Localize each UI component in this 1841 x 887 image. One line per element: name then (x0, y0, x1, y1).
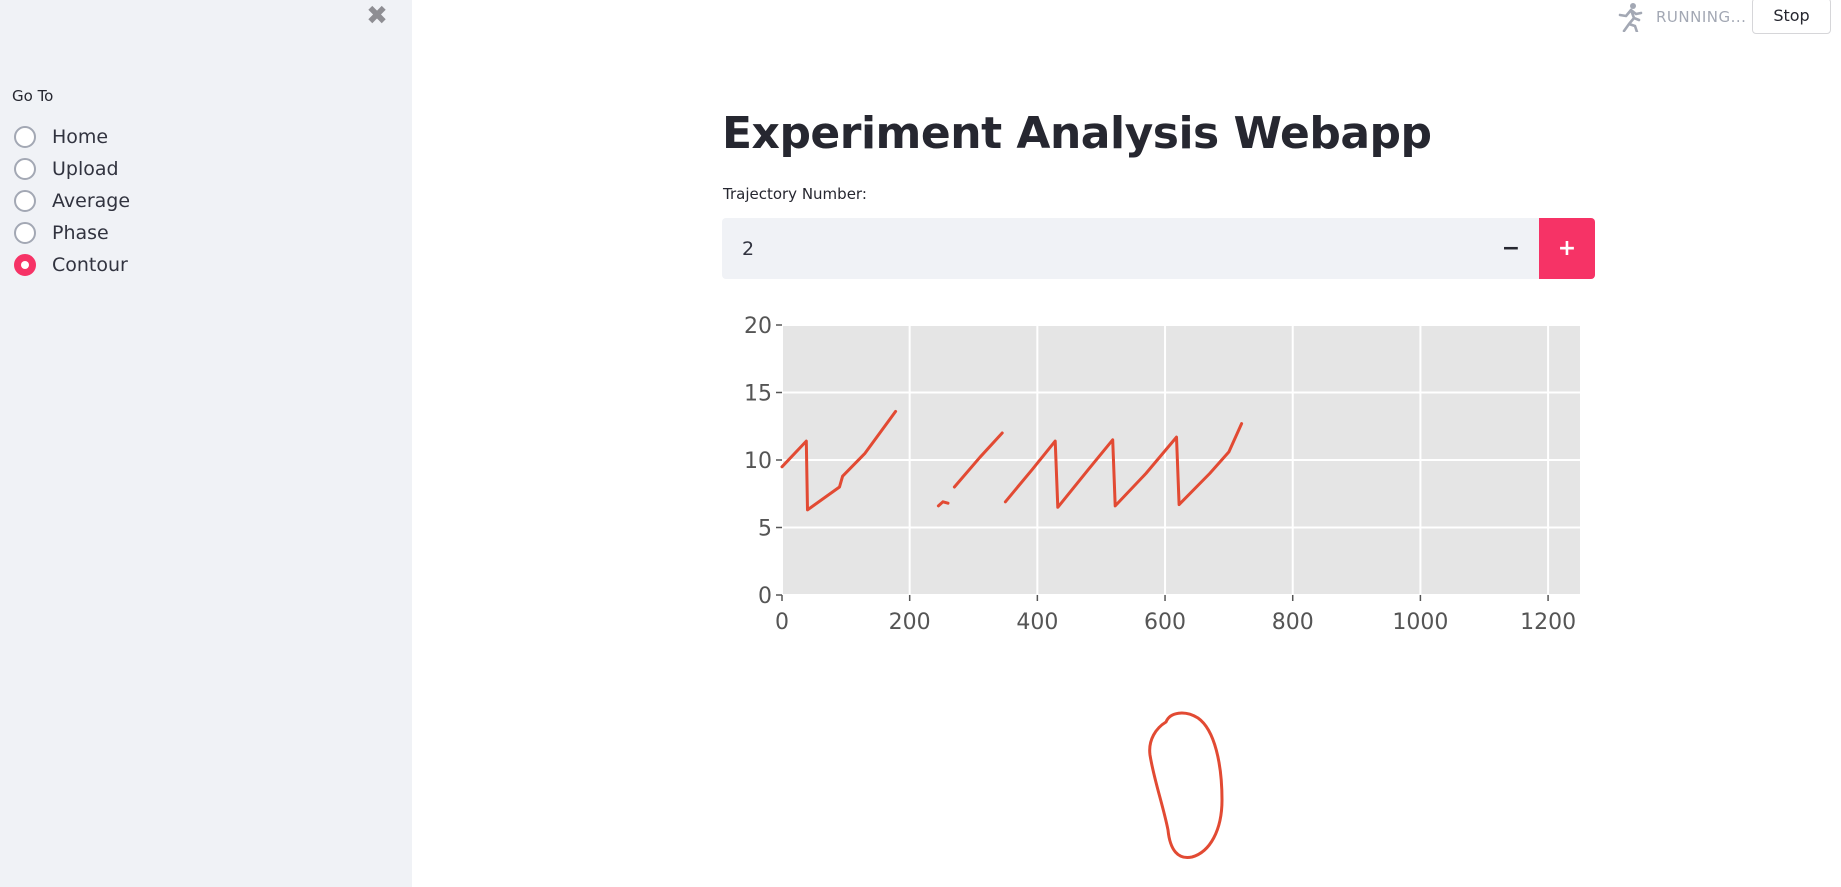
y-tick-label: 15 (744, 382, 772, 407)
nav-item-contour[interactable]: Contour (14, 249, 130, 281)
radio-button[interactable] (14, 158, 36, 180)
x-tick-label: 400 (1016, 610, 1058, 635)
running-text: RUNNING... (1656, 8, 1747, 26)
decrement-button[interactable]: − (1483, 218, 1539, 279)
nav-item-label: Average (52, 190, 131, 212)
nav-title: Go To (12, 87, 54, 105)
contour-plot (1148, 711, 1224, 860)
y-tick-label: 5 (758, 517, 772, 542)
nav-item-label: Home (52, 126, 109, 148)
contour-outline (1148, 711, 1224, 860)
close-icon: ✖ (366, 1, 388, 31)
trajectory-line-chart: 0 200 400 600 800 1000 1200 0 5 10 15 20 (744, 314, 1580, 635)
trajectory-number-field[interactable] (722, 218, 1483, 279)
trajectory-number-input: − + (722, 218, 1595, 279)
y-tick-label: 10 (744, 449, 772, 474)
radio-button[interactable] (14, 222, 36, 244)
x-tick-label: 0 (775, 610, 789, 635)
nav-item-label: Contour (52, 254, 128, 276)
radio-button-selected[interactable] (14, 254, 36, 276)
nav-item-average[interactable]: Average (14, 185, 130, 217)
page-title: Experiment Analysis Webapp (722, 108, 1432, 159)
sidebar: ✖ Go To Home Upload Average Phase Contou… (0, 0, 412, 887)
nav-radio-group: Home Upload Average Phase Contour (14, 121, 130, 281)
stop-button[interactable]: Stop (1752, 0, 1831, 34)
x-tick-label: 200 (889, 610, 931, 635)
x-tick-label: 600 (1144, 610, 1186, 635)
trajectory-number-label: Trajectory Number: (723, 185, 867, 203)
nav-item-home[interactable]: Home (14, 121, 130, 153)
x-tick-label: 1000 (1392, 610, 1448, 635)
x-tick-label: 800 (1272, 610, 1314, 635)
increment-button[interactable]: + (1539, 218, 1595, 279)
nav-item-phase[interactable]: Phase (14, 217, 130, 249)
nav-item-label: Phase (52, 222, 109, 244)
radio-dot (21, 261, 29, 269)
running-man-icon (1618, 3, 1643, 32)
y-tick-label: 0 (758, 584, 772, 609)
running-status: RUNNING... (1616, 0, 1746, 34)
radio-button[interactable] (14, 126, 36, 148)
nav-item-upload[interactable]: Upload (14, 153, 130, 185)
y-tick-label: 20 (744, 314, 772, 339)
nav-item-label: Upload (52, 158, 119, 180)
radio-button[interactable] (14, 190, 36, 212)
close-sidebar-button[interactable]: ✖ (364, 2, 390, 30)
x-tick-label: 1200 (1520, 610, 1576, 635)
